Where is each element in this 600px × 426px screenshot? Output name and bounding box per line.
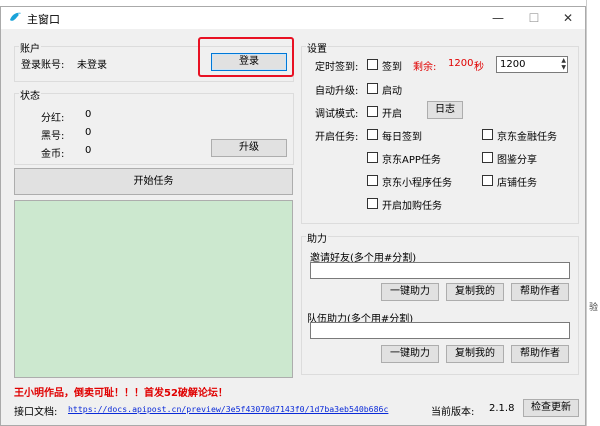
remaining-unit: 秒: [474, 62, 484, 73]
task-jd-miniprogram-checkbox[interactable]: [367, 175, 378, 186]
help-group-label: 助力: [306, 230, 328, 245]
team-one-click-button[interactable]: 一键助力: [381, 345, 439, 363]
task-daily-signin-label: 每日签到: [382, 132, 422, 143]
maximize-button[interactable]: ☐: [519, 7, 549, 29]
signin-checkbox[interactable]: [367, 59, 378, 70]
api-doc-link[interactable]: https://docs.apipost.cn/preview/3e5f4307…: [68, 404, 388, 414]
background-window-right: 验: [586, 0, 600, 426]
remaining-value: 1200: [448, 58, 474, 69]
auto-upgrade-checkbox[interactable]: [367, 83, 378, 94]
close-button[interactable]: ✕: [553, 7, 583, 29]
blacklist-label: 黑号:: [41, 131, 65, 142]
log-output-area: [14, 200, 293, 378]
task-image-share-checkbox[interactable]: [482, 152, 493, 163]
remaining-label: 剩余:: [413, 62, 437, 73]
check-update-button[interactable]: 检查更新: [523, 399, 579, 417]
debug-mode-label: 调试模式:: [315, 109, 359, 120]
task-jd-finance-checkbox[interactable]: [482, 129, 493, 140]
team-copy-mine-button[interactable]: 复制我的: [446, 345, 504, 363]
version-value: 2.1.8: [489, 403, 515, 414]
task-image-share-label: 图鉴分享: [497, 155, 537, 166]
task-shop-checkbox[interactable]: [482, 175, 493, 186]
start-task-button[interactable]: 开始任务: [14, 168, 293, 195]
task-jd-app-checkbox[interactable]: [367, 152, 378, 163]
signin-checkbox-label: 签到: [382, 62, 402, 73]
debug-mode-checkbox-label: 开启: [382, 109, 402, 120]
team-help-author-button[interactable]: 帮助作者: [511, 345, 569, 363]
gold-label: 金币:: [41, 149, 65, 160]
invite-one-click-button[interactable]: 一键助力: [381, 283, 439, 301]
title-bar: 主窗口 — ☐ ✕: [1, 7, 585, 29]
version-label: 当前版本:: [431, 407, 475, 418]
timed-signin-label: 定时签到:: [315, 62, 359, 73]
main-window: 主窗口 — ☐ ✕ 账户 登录账号: 未登录 登录 状态 分红: 0 黑号: 0…: [0, 6, 586, 426]
task-add-cart-checkbox[interactable]: [367, 198, 378, 209]
auto-upgrade-checkbox-label: 启动: [382, 86, 402, 97]
login-account-value: 未登录: [77, 60, 107, 71]
interval-value: 1200: [500, 59, 526, 70]
invite-input[interactable]: [310, 262, 570, 279]
enable-tasks-label: 开启任务:: [315, 132, 359, 143]
status-group-label: 状态: [19, 87, 41, 102]
debug-mode-checkbox[interactable]: [367, 106, 378, 117]
interval-spinner[interactable]: 1200 ▲ ▼: [496, 56, 568, 73]
api-doc-label: 接口文档:: [14, 407, 58, 418]
log-button[interactable]: 日志: [427, 101, 463, 119]
task-daily-signin-checkbox[interactable]: [367, 129, 378, 140]
bird-app-icon: [10, 12, 21, 21]
task-jd-app-label: 京东APP任务: [382, 155, 441, 166]
login-account-label: 登录账号:: [21, 60, 65, 71]
dividend-value: 0: [85, 109, 92, 120]
task-add-cart-label: 开启加购任务: [382, 201, 442, 212]
invite-copy-mine-button[interactable]: 复制我的: [446, 283, 504, 301]
background-text-right: 验: [589, 303, 599, 313]
spinner-arrows-icon[interactable]: ▲ ▼: [561, 57, 566, 71]
invite-help-author-button[interactable]: 帮助作者: [511, 283, 569, 301]
gold-value: 0: [85, 145, 92, 156]
window-title: 主窗口: [27, 13, 60, 26]
settings-group-label: 设置: [306, 40, 328, 55]
login-button[interactable]: 登录: [211, 53, 287, 71]
account-group-label: 账户: [19, 40, 41, 55]
blacklist-value: 0: [85, 127, 92, 138]
auto-upgrade-label: 自动升级:: [315, 86, 359, 97]
minimize-button[interactable]: —: [483, 7, 513, 29]
team-input[interactable]: [310, 322, 570, 339]
upgrade-button[interactable]: 升级: [211, 139, 287, 157]
author-notice: 王小明作品，倒卖可耻！！！首发52破解论坛！: [14, 388, 228, 399]
task-jd-miniprogram-label: 京东小程序任务: [382, 178, 452, 189]
task-shop-label: 店铺任务: [497, 178, 537, 189]
task-jd-finance-label: 京东金融任务: [497, 132, 557, 143]
dividend-label: 分红:: [41, 113, 65, 124]
